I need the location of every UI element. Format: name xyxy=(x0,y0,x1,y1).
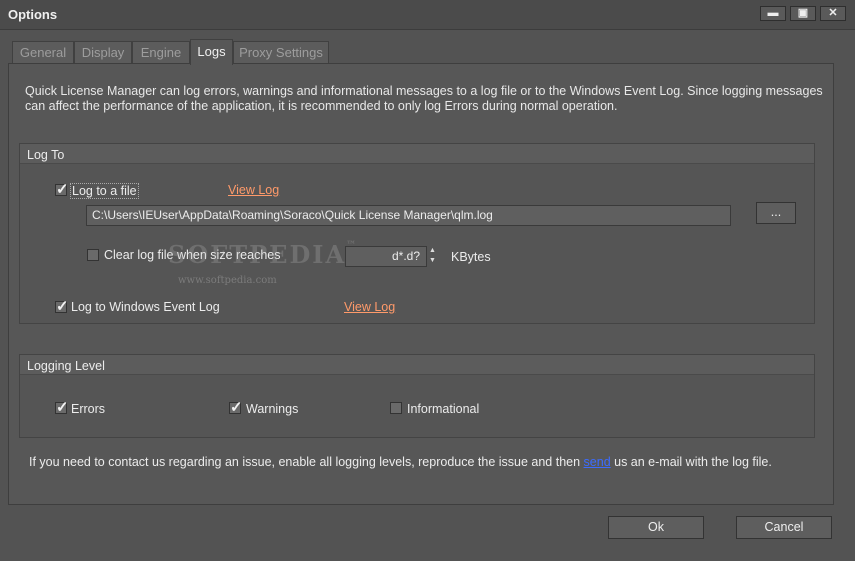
window-title: Options xyxy=(8,7,58,22)
errors-checkbox[interactable]: ✓ xyxy=(55,399,69,416)
cancel-button[interactable]: Cancel xyxy=(736,516,832,539)
logging-level-header: Logging Level xyxy=(20,355,814,375)
tab-general[interactable]: General xyxy=(12,41,74,64)
spin-down-icon[interactable]: ▼ xyxy=(427,256,438,266)
informational-label: Informational xyxy=(407,402,480,416)
title-bar: Options ▬ ▣ ✕ xyxy=(0,0,855,30)
description-text: Quick License Manager can log errors, wa… xyxy=(25,84,823,113)
clear-log-checkbox[interactable] xyxy=(87,249,99,261)
send-link[interactable]: send xyxy=(584,455,611,469)
view-log-event-link[interactable]: View Log xyxy=(344,300,395,314)
spin-up-icon[interactable]: ▲ xyxy=(427,246,438,256)
tab-display[interactable]: Display xyxy=(74,41,132,64)
log-file-path-field[interactable]: C:\Users\IEUser\AppData\Roaming\Soraco\Q… xyxy=(86,205,731,226)
log-to-event-checkbox[interactable]: ✓ xyxy=(55,298,69,315)
browse-button[interactable]: ... xyxy=(756,202,796,224)
footer-text-after: us an e-mail with the log file. xyxy=(610,455,772,469)
minimize-button[interactable]: ▬ xyxy=(760,6,786,21)
checkmark-icon: ✓ xyxy=(56,181,69,198)
errors-label: Errors xyxy=(71,402,106,416)
close-button[interactable]: ✕ xyxy=(820,6,846,21)
checkmark-icon: ✓ xyxy=(230,399,243,416)
log-to-header: Log To xyxy=(20,144,814,164)
watermark-main: SOFTPEDIA xyxy=(168,240,347,269)
log-to-group: Log To ✓ Log to a file View Log C:\Users… xyxy=(19,143,815,324)
log-to-file-checkbox[interactable]: ✓ xyxy=(55,181,69,198)
warnings-checkbox[interactable]: ✓ xyxy=(229,399,243,416)
log-to-file-label: Log to a file xyxy=(70,183,139,199)
footer-text-before: If you need to contact us regarding an i… xyxy=(29,455,584,469)
logging-level-group: Logging Level ✓ Errors ✓ Warnings Inform… xyxy=(19,354,815,438)
warnings-label: Warnings xyxy=(246,402,299,416)
maximize-button[interactable]: ▣ xyxy=(790,6,816,21)
logs-panel: Quick License Manager can log errors, wa… xyxy=(8,63,834,505)
watermark-tm: ™ xyxy=(346,240,359,251)
tab-logs[interactable]: Logs xyxy=(190,39,233,65)
informational-checkbox[interactable] xyxy=(390,402,402,414)
log-to-event-label: Log to Windows Event Log xyxy=(71,300,220,314)
size-unit-label: KBytes xyxy=(451,250,491,264)
softpedia-watermark: SOFTPEDIA™ xyxy=(168,240,358,269)
tab-proxy-settings[interactable]: Proxy Settings xyxy=(233,41,329,64)
softpedia-watermark-url: www.softpedia.com xyxy=(178,275,277,286)
ok-button[interactable]: Ok xyxy=(608,516,704,539)
view-log-file-link[interactable]: View Log xyxy=(228,183,279,197)
size-spinner[interactable]: ▲ ▼ xyxy=(427,246,438,266)
tab-engine[interactable]: Engine xyxy=(132,41,190,64)
checkmark-icon: ✓ xyxy=(56,399,69,416)
checkmark-icon: ✓ xyxy=(56,298,69,315)
contact-footer: If you need to contact us regarding an i… xyxy=(29,455,772,469)
